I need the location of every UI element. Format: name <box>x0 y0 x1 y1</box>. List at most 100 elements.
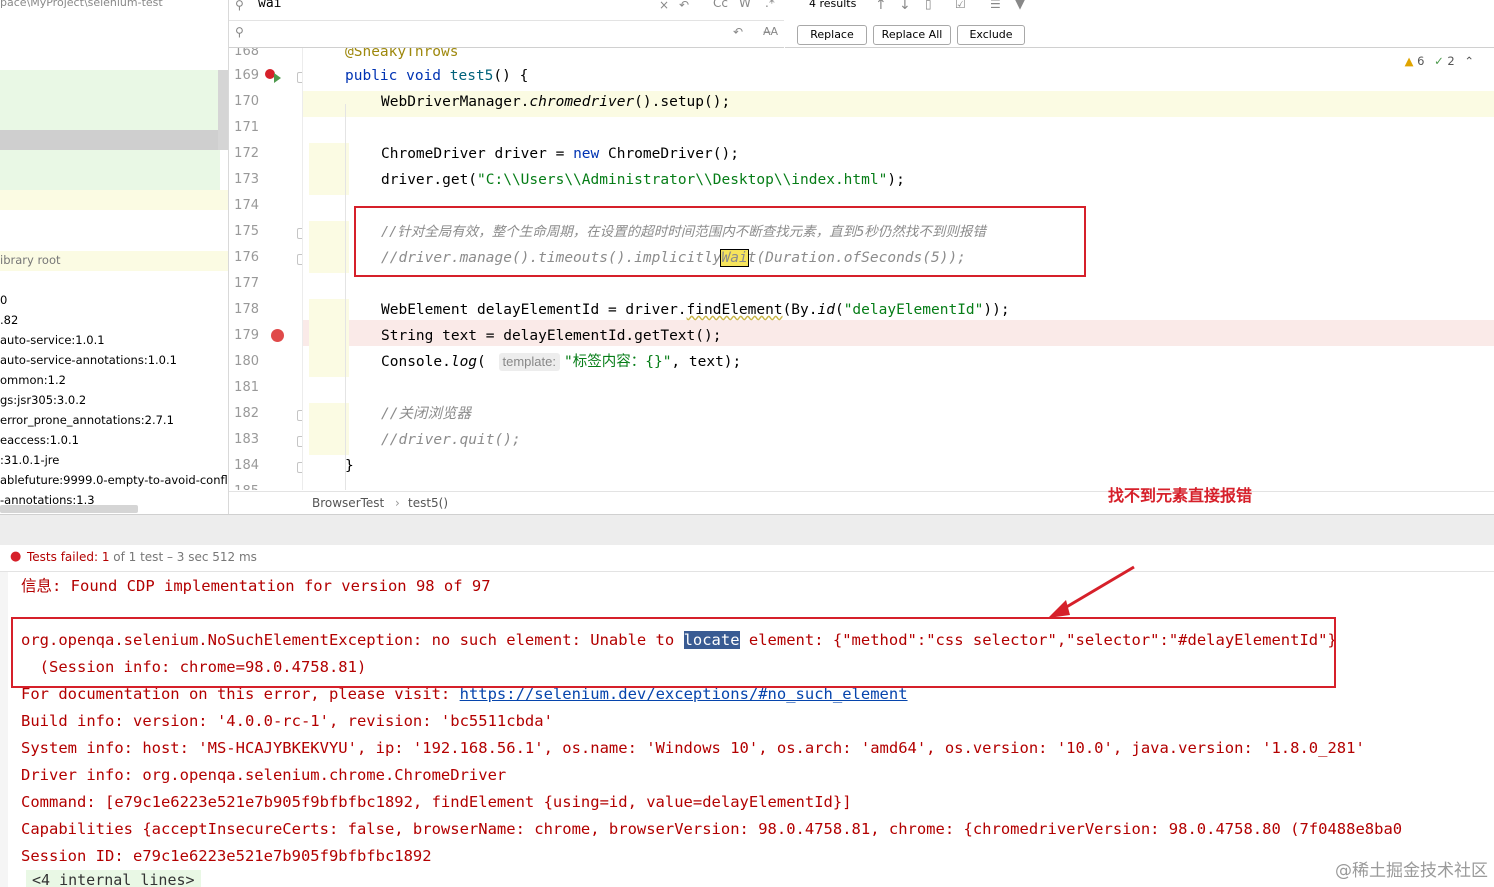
whole-word-icon[interactable]: W <box>739 0 751 10</box>
project-vertical-scrollbar[interactable] <box>218 70 228 150</box>
project-pane: pace\MyProject\selenium-test ibrary root… <box>0 0 229 514</box>
line-number: 170 <box>234 94 259 109</box>
filter-options-icon[interactable]: ☰ <box>990 0 1001 11</box>
code-line-172: ChromeDriver driver = new ChromeDriver()… <box>381 141 739 167</box>
code-line-170: WebDriverManager.chromedriver().setup(); <box>381 89 730 115</box>
code-editor[interactable]: @SneakyThrows public void test5() { WebD… <box>303 48 1494 490</box>
tree-item[interactable]: :31.0.1-jre <box>0 453 59 467</box>
code-token: WebElement delayElementId = driver. <box>381 302 687 318</box>
indent-highlight <box>309 143 349 195</box>
tree-item[interactable]: eaccess:1.0.1 <box>0 433 79 447</box>
code-token: findElement <box>686 302 783 318</box>
code-token: , text); <box>671 354 742 370</box>
run-console[interactable]: 信息: Found CDP implementation for version… <box>0 572 1494 887</box>
inspection-widget[interactable]: ▲ 6 ✓ 2 ⌃ <box>1405 54 1474 68</box>
line-number: 179 <box>234 328 259 343</box>
code-token: "C:\\Users\\Administrator\\Desktop\\inde… <box>477 172 888 188</box>
tree-item[interactable]: auto-service-annotations:1.0.1 <box>0 353 177 367</box>
code-line-173: driver.get("C:\\Users\\Administrator\\De… <box>381 167 905 193</box>
project-path: pace\MyProject\selenium-test <box>0 0 163 9</box>
console-line: Build info: version: '4.0.0-rc-1', revis… <box>21 712 553 730</box>
code-token: "标签内容：{}" <box>564 354 672 370</box>
line-number: 181 <box>234 380 259 395</box>
chevron-up-icon[interactable]: ⌃ <box>1464 54 1474 68</box>
arrow-down-icon[interactable]: ↓ <box>899 0 911 13</box>
breadcrumb-method[interactable]: test5() <box>408 496 448 510</box>
code-token: new <box>573 146 608 162</box>
check-icon: ✓ <box>1434 54 1444 68</box>
breadcrumb: BrowserTest › test5() <box>229 491 1494 515</box>
warning-count: 6 <box>1417 54 1425 68</box>
tree-item[interactable]: gs:jsr305:3.0.2 <box>0 393 86 407</box>
annotation-text: 找不到元素直接报错 <box>1108 486 1253 505</box>
replace-bar: ⚲ ↶ A̶A <box>229 21 784 48</box>
code-token: WebDriverManager. <box>381 94 530 110</box>
code-token: "delayElementId" <box>843 302 984 318</box>
annotation-box <box>354 206 1086 277</box>
breakpoint-icon[interactable] <box>271 329 284 342</box>
tree-item[interactable]: ommon:1.2 <box>0 373 66 387</box>
code-token: public void <box>345 68 450 84</box>
parameter-hint: template: <box>498 353 560 371</box>
editor-gutter[interactable]: 168 169 170 171 172 173 174 175 176 177 … <box>229 48 303 490</box>
tree-item[interactable]: .82 <box>0 313 18 327</box>
replace-icon: ⚲ <box>235 25 244 39</box>
console-line: Capabilities {acceptInsecureCerts: false… <box>21 820 1403 838</box>
line-number: 185 <box>229 479 259 490</box>
console-line: System info: host: 'MS-HCAJYBKEKVYU', ip… <box>21 739 1365 757</box>
filter-icon[interactable]: ▼ <box>1015 0 1025 12</box>
test-status: Tests failed: 1 of 1 test – 3 sec 512 ms <box>27 545 257 569</box>
regex-icon[interactable]: .* <box>765 0 775 10</box>
panel-divider[interactable] <box>0 514 1494 546</box>
breadcrumb-class[interactable]: BrowserTest <box>312 496 384 510</box>
console-line: Command: [e79c1e6223e521e7b905f9bfbfbc18… <box>21 793 852 811</box>
project-horizontal-scrollbar[interactable] <box>0 505 138 513</box>
tree-highlight <box>0 190 228 210</box>
tree-item[interactable]: 0 <box>0 293 7 307</box>
code-token: ChromeDriver driver = <box>381 146 574 162</box>
console-gutter <box>0 572 8 887</box>
console-line: 信息: Found CDP implementation for version… <box>21 577 491 595</box>
replace-all-button[interactable]: Replace All <box>873 25 951 45</box>
line-number: 174 <box>234 198 259 213</box>
line-number: 180 <box>234 354 259 369</box>
preserve-case-icon[interactable]: A̶A <box>763 25 778 38</box>
console-line: Session ID: e79c1e6223e521e7b905f9bfbfbc… <box>21 847 432 865</box>
code-token: test5 <box>449 68 494 84</box>
code-token: (By. <box>782 302 818 318</box>
history-icon[interactable]: ↶ <box>733 25 743 39</box>
exclude-button[interactable]: Exclude <box>957 25 1025 45</box>
search-input[interactable]: wai <box>258 0 281 11</box>
code-line-182: //关闭浏览器 <box>381 406 471 422</box>
multi-select-icon[interactable]: ☑ <box>955 0 966 11</box>
tree-item[interactable]: error_prone_annotations:2.7.1 <box>0 413 174 427</box>
tree-item[interactable]: ablefuture:9999.0-empty-to-avoid-confli <box>0 473 228 487</box>
arrow-head <box>1048 600 1070 618</box>
code-token: )); <box>983 302 1010 318</box>
search-bar: ⚲ × ↶ Cc W .* <box>229 0 784 21</box>
code-line-183: //driver.quit(); <box>381 432 521 448</box>
code-token: () { <box>493 68 529 84</box>
results-count: 4 results <box>809 0 857 10</box>
line-number: 169 <box>234 68 259 83</box>
tree-item[interactable]: ibrary root <box>0 253 61 267</box>
clear-icon[interactable]: × <box>659 0 669 12</box>
arrow-up-icon[interactable]: ↑ <box>875 0 887 13</box>
replace-button[interactable]: Replace <box>797 25 867 45</box>
select-all-icon[interactable]: ▯ <box>925 0 932 11</box>
run-arrow-icon[interactable] <box>274 73 281 83</box>
code-token: driver.get( <box>381 172 478 188</box>
line-number: 184 <box>234 458 259 473</box>
line-number: 173 <box>234 172 259 187</box>
error-icon: ● <box>10 549 22 564</box>
tree-highlight <box>0 150 220 190</box>
internal-lines-fold[interactable]: <4 internal lines> <box>26 870 201 887</box>
search-icon[interactable]: ⚲ <box>235 0 244 12</box>
indent-guide <box>345 104 346 490</box>
match-case-icon[interactable]: Cc <box>713 0 728 10</box>
code-line-184: } <box>345 458 354 474</box>
tree-item[interactable]: auto-service:1.0.1 <box>0 333 105 347</box>
history-icon[interactable]: ↶ <box>679 0 689 12</box>
code-token: ); <box>887 172 905 188</box>
code-token: ( <box>477 354 495 370</box>
